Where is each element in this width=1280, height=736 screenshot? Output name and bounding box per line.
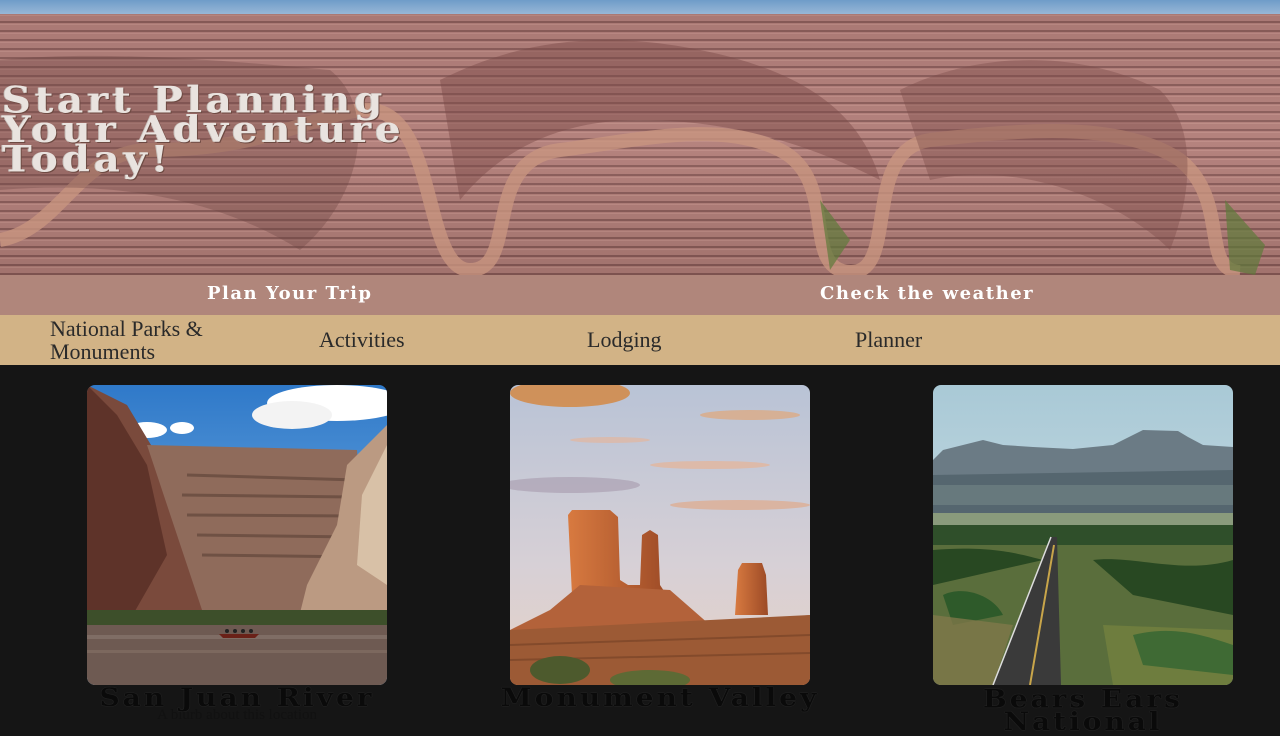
card-title: San Juan River	[99, 682, 375, 713]
primary-nav-bar: Plan Your Trip Check the weather	[0, 275, 1280, 315]
nav-item-lodging[interactable]: Lodging	[587, 328, 662, 351]
location-card-monument-valley[interactable]: Monument Valley	[490, 385, 830, 713]
location-card-san-juan[interactable]: San Juan River A blurb about this locati…	[67, 385, 407, 724]
location-card-bears-ears[interactable]: Bears Ears National	[913, 385, 1253, 734]
nav-item-activities[interactable]: Activities	[319, 328, 405, 351]
plan-your-trip-link[interactable]: Plan Your Trip	[207, 283, 373, 304]
card-title: Monument Valley	[500, 682, 820, 713]
nav-item-national-parks[interactable]: National Parks & Monuments	[50, 317, 250, 363]
check-weather-link[interactable]: Check the weather	[820, 283, 1034, 304]
nav-item-planner[interactable]: Planner	[855, 328, 922, 351]
secondary-nav-bar: National Parks & Monuments Activities Lo…	[0, 315, 1280, 365]
bears-ears-photo[interactable]	[933, 385, 1233, 685]
monument-valley-photo[interactable]	[510, 385, 810, 685]
san-juan-river-photo[interactable]	[87, 385, 387, 685]
hero-title: Start Planning Your Adventure Today!	[2, 78, 405, 181]
hero-banner: Start Planning Your Adventure Today!	[0, 0, 1280, 275]
